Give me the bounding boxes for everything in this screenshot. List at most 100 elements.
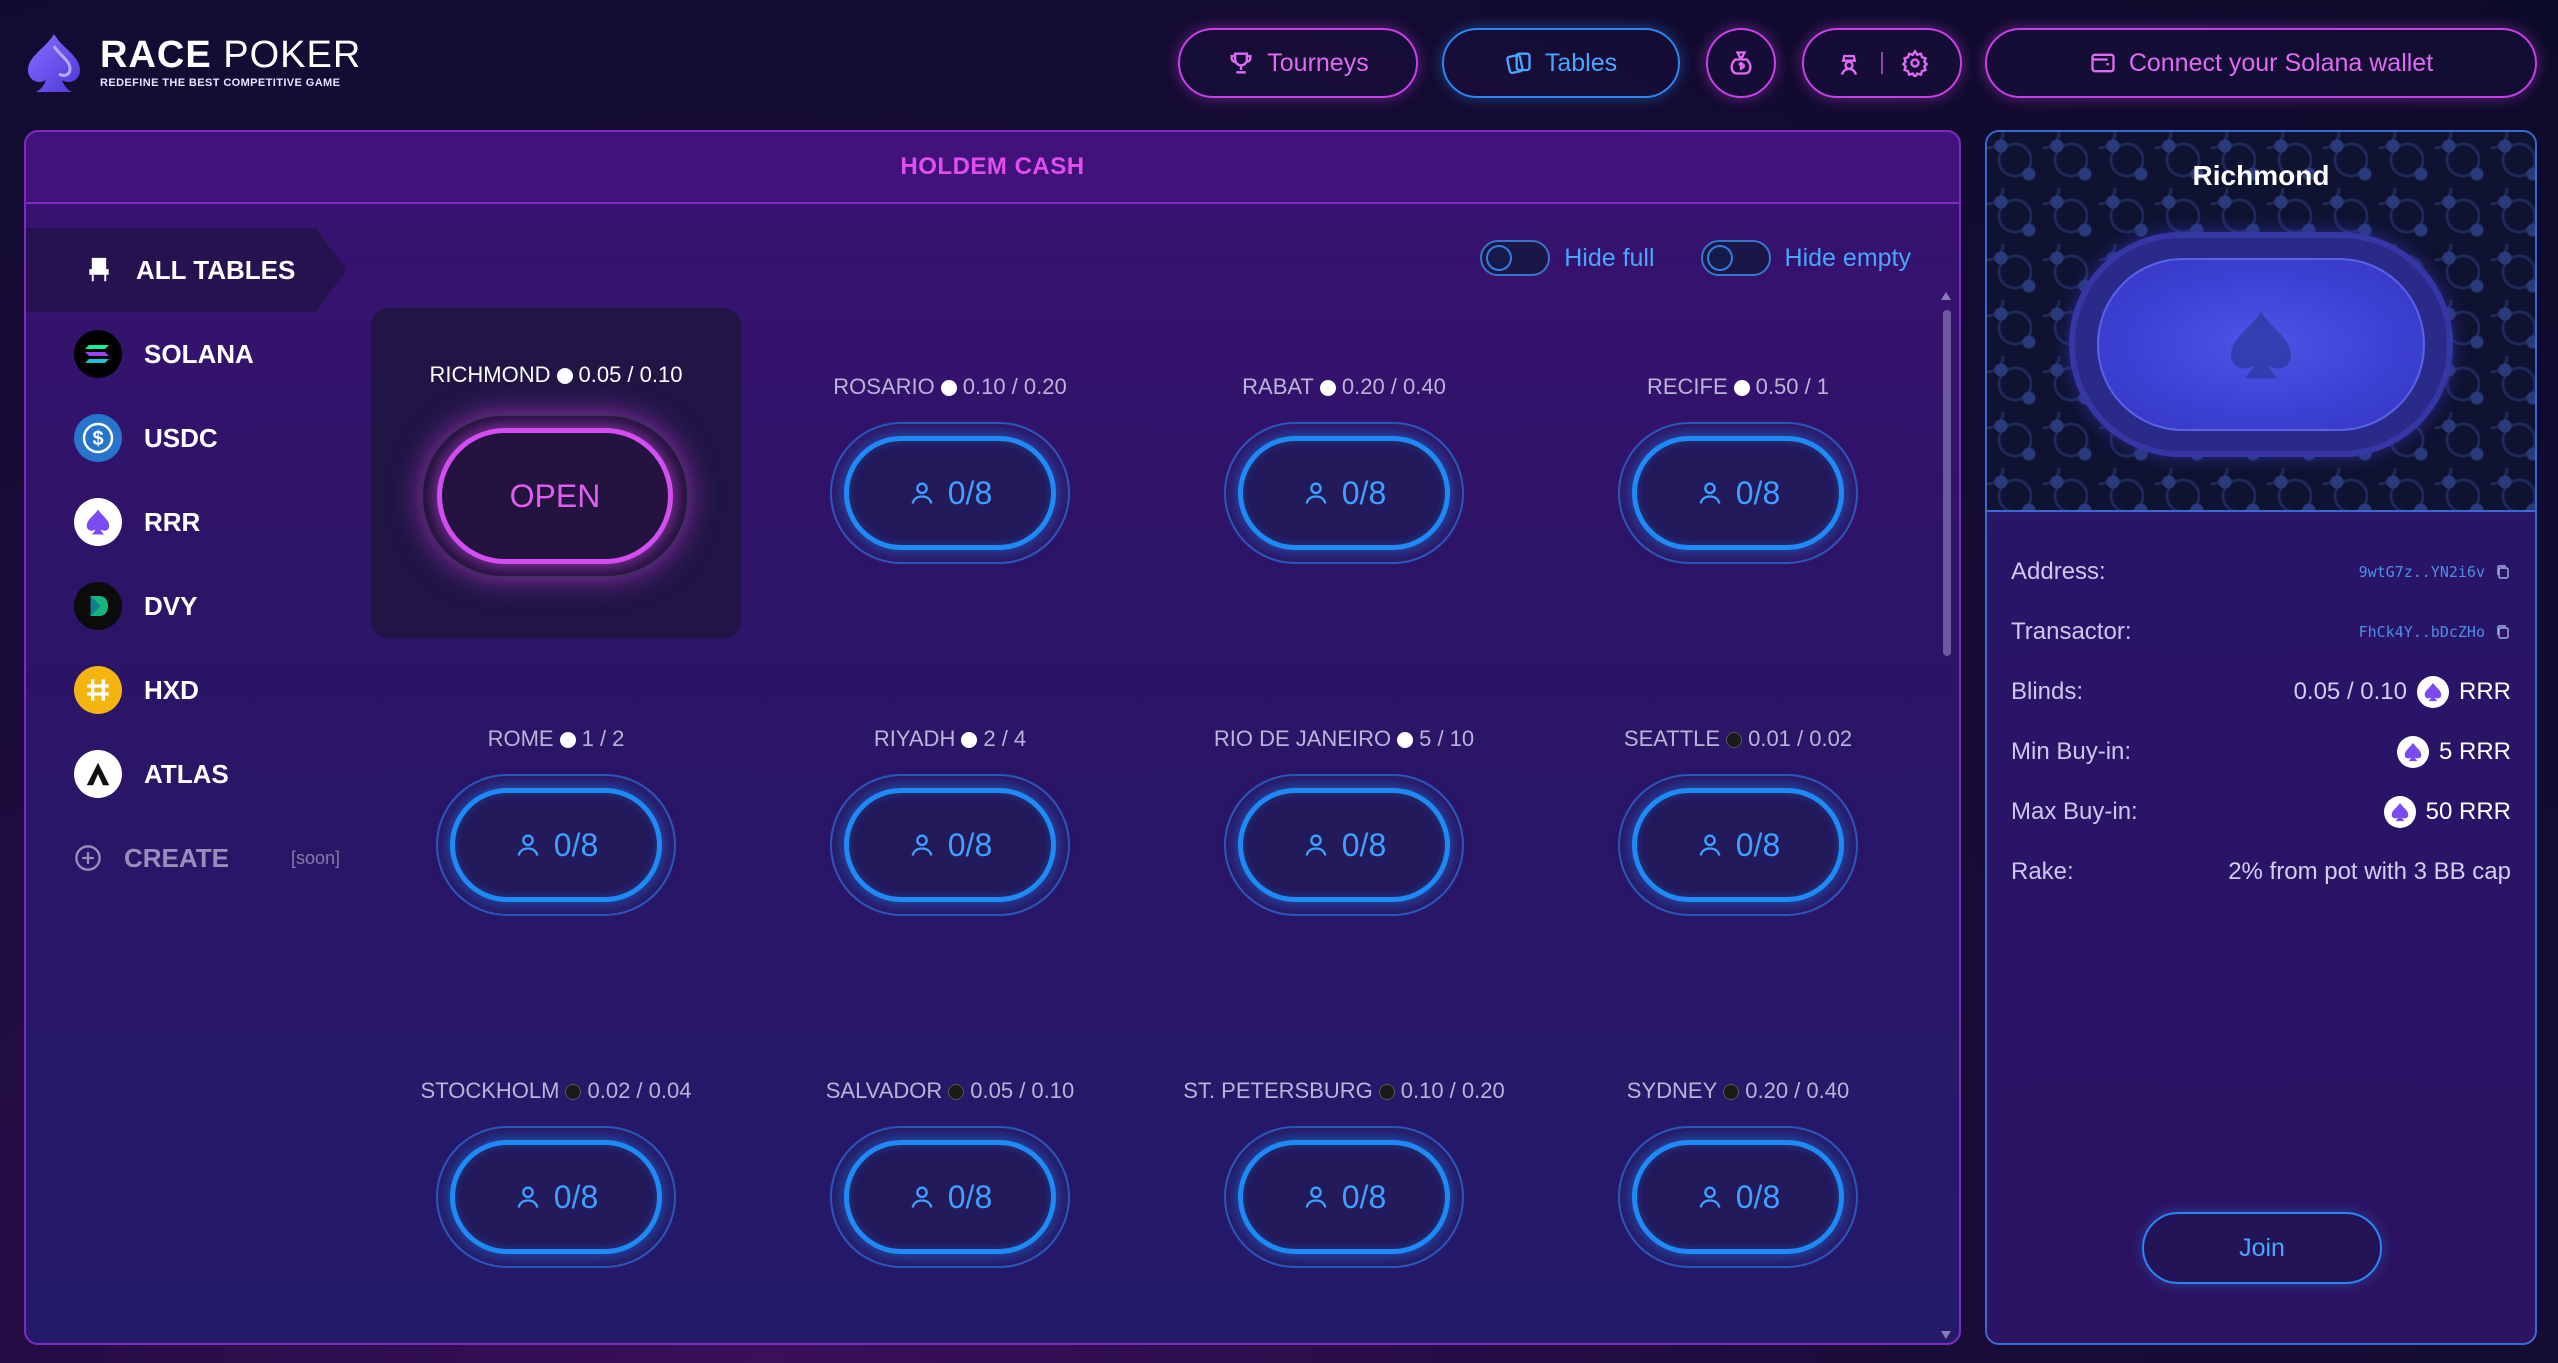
hide-full-toggle[interactable]: Hide full [1480,240,1655,276]
seat-count: 0/8 [1735,474,1781,511]
rrr-icon [2383,796,2416,828]
seat-count-button[interactable]: 0/8 [1618,1126,1858,1268]
table-card[interactable]: SYDNEY 0.20 / 0.40 0/8 [1553,1012,1923,1342]
address-value: 9wtG7z..YN2i6v [2358,563,2485,581]
table-card[interactable]: SEATTLE 0.01 / 0.02 0/8 [1553,660,1923,990]
money-bag-icon [1730,51,1752,75]
table-card[interactable]: RECIFE 0.50 / 1 0/8 [1553,308,1923,638]
hide-full-switch[interactable] [1480,240,1551,276]
sidebar-item-dvy[interactable]: DVY [26,564,356,648]
sidebar-item-create[interactable]: CREATE [soon] [26,816,356,900]
rewards-button[interactable] [1706,28,1776,98]
dvy-icon [74,582,122,630]
rrr-icon [556,368,573,384]
connect-wallet-label: Connect your Solana wallet [2128,48,2434,77]
table-name: ROSARIO [833,374,935,399]
copy-icon[interactable] [2495,624,2511,640]
brand-tagline: REDEFINE THE BEST COMPETITIVE GAME [100,77,341,89]
logo[interactable]: RACE POKER REDEFINE THE BEST COMPETITIVE… [22,30,361,94]
table-card-title: RIO DE JANEIRO 5 / 10 [1159,726,1529,752]
rrr-icon [559,732,576,748]
seat-count-button[interactable]: 0/8 [830,1126,1070,1268]
sidebar-item-atlas[interactable]: ATLAS [26,732,356,816]
min-buyin-label: Min Buy-in: [2011,738,2132,765]
table-card[interactable]: RICHMOND 0.05 / 0.10 OPEN [371,308,741,638]
atlas-icon [74,750,122,798]
user-icon [1699,482,1721,504]
gear-icon[interactable] [1901,49,1929,77]
seat-count-button[interactable]: 0/8 [830,422,1070,564]
table-info: Address: 9wtG7z..YN2i6v Transactor: FhCk… [2011,542,2511,902]
user-icon [911,1186,933,1208]
sidebar-item-solana[interactable]: SOLANA [26,312,356,396]
table-card-title: SYDNEY 0.20 / 0.40 [1553,1078,1923,1104]
tables-button[interactable]: Tables [1442,28,1680,98]
user-icon [1699,1186,1721,1208]
seat-count-button[interactable]: 0/8 [1224,1126,1464,1268]
table-blinds: 0.50 / 1 [1755,374,1830,399]
seat-count-button[interactable]: 0/8 [1224,774,1464,916]
table-card[interactable]: STOCKHOLM 0.02 / 0.04 0/8 [371,1012,741,1342]
open-seat-button[interactable]: OPEN [421,414,689,578]
rrr-icon [2396,736,2429,768]
rrr-icon [1319,380,1336,396]
transactor-label: Transactor: [2011,618,2132,645]
header: RACE POKER REDEFINE THE BEST COMPETITIVE… [0,0,2558,125]
table-blinds: 2 / 4 [983,726,1027,751]
rrr-icon [74,498,122,546]
tourneys-button[interactable]: Tourneys [1178,28,1418,98]
poker-table-felt [2069,232,2453,457]
hide-empty-toggle[interactable]: Hide empty [1700,240,1911,276]
sidebar-item-usdc[interactable]: $ USDC [26,396,356,480]
seat-count-button[interactable]: 0/8 [1618,774,1858,916]
seat-count: 0/8 [1341,474,1387,511]
copy-icon[interactable] [2495,564,2511,580]
join-button[interactable]: Join [2142,1212,2382,1284]
seat-count-button[interactable]: 0/8 [1224,422,1464,564]
sidebar-item-hxd[interactable]: HXD [26,648,356,732]
sidebar-item-all-tables[interactable]: ALL TABLES [26,228,346,312]
scroll-up-arrow[interactable] [1941,292,1951,300]
seat-count-button[interactable]: 0/8 [830,774,1070,916]
table-card-title: SEATTLE 0.01 / 0.02 [1553,726,1923,752]
table-blinds: 0.05 / 0.10 [970,1078,1075,1103]
seat-count: 0/8 [1735,826,1781,863]
seat-count-button[interactable]: 0/8 [436,774,676,916]
sidebar: ALL TABLES SOLANA $ USDC RRR DVY HXD ATL… [26,228,356,900]
seat-count: 0/8 [553,826,599,863]
seat-count-button[interactable]: 0/8 [1618,422,1858,564]
connect-wallet-button[interactable]: Connect your Solana wallet [1985,28,2537,98]
table-card[interactable]: SALVADOR 0.05 / 0.10 0/8 [765,1012,1135,1342]
rrr-icon [940,380,957,396]
sidebar-item-label: DVY [144,590,198,621]
open-label: OPEN [437,428,673,564]
spade-icon [2231,311,2291,378]
filters: Hide full Hide empty [1480,240,1911,276]
scrollbar-thumb[interactable] [1943,310,1951,656]
scroll-down-arrow[interactable] [1941,1331,1951,1339]
rake-row: Rake: 2% from pot with 3 BB cap [2011,842,2511,902]
table-card-title: ROME 1 / 2 [371,726,741,752]
hide-empty-switch[interactable] [1700,240,1771,276]
table-card-title: STOCKHOLM 0.02 / 0.04 [371,1078,741,1104]
sidebar-item-rrr[interactable]: RRR [26,480,356,564]
max-buyin-value: 50 RRR [2425,798,2511,825]
table-card[interactable]: RABAT 0.20 / 0.40 0/8 [1159,308,1529,638]
rrr-icon [1397,732,1414,748]
sidebar-item-label: SOLANA [144,338,254,369]
table-card[interactable]: ROME 1 / 2 0/8 [371,660,741,990]
table-card[interactable]: ROSARIO 0.10 / 0.20 0/8 [765,308,1135,638]
transactor-value: FhCk4Y..bDcZHo [2358,623,2485,641]
table-blinds: 0.01 / 0.02 [1748,726,1853,751]
table-blinds: 5 / 10 [1419,726,1475,751]
table-blinds: 0.10 / 0.20 [962,374,1067,399]
solana-icon [1726,732,1743,748]
table-name: RECIFE [1646,374,1728,399]
profile-icon[interactable] [1835,49,1863,77]
user-icon [1699,834,1721,856]
seat-count-button[interactable]: 0/8 [436,1126,676,1268]
table-card[interactable]: RIO DE JANEIRO 5 / 10 0/8 [1159,660,1529,990]
table-card[interactable]: RIYADH 2 / 4 0/8 [765,660,1135,990]
wallet-icon [2091,53,2115,73]
table-card[interactable]: ST. PETERSBURG 0.10 / 0.20 0/8 [1159,1012,1529,1342]
